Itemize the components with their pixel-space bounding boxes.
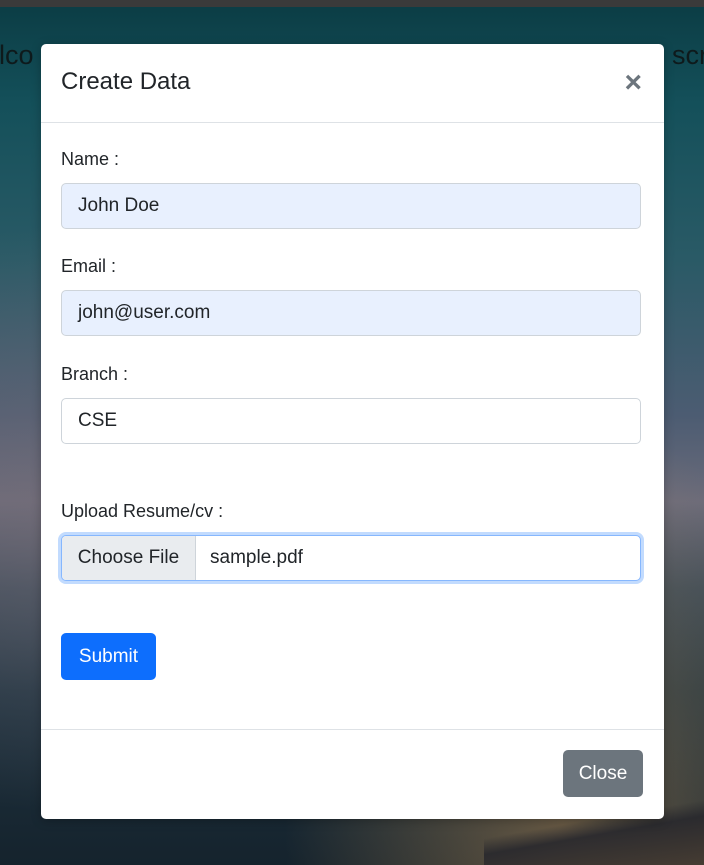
- choose-file-button[interactable]: Choose File: [62, 536, 196, 580]
- page-background: lco scr Create Data × Name : John Doe Em…: [0, 0, 704, 865]
- close-button[interactable]: Close: [563, 750, 643, 797]
- modal-footer: Close: [41, 729, 664, 819]
- top-strip: [0, 0, 704, 7]
- background-heading-right: scr: [672, 40, 704, 70]
- submit-button[interactable]: Submit: [61, 633, 156, 680]
- modal-header: Create Data ×: [41, 44, 664, 123]
- resume-label: Upload Resume/cv :: [61, 501, 224, 521]
- name-input[interactable]: John Doe: [61, 183, 641, 229]
- email-label: Email :: [61, 256, 117, 276]
- resume-file-input[interactable]: Choose File sample.pdf: [61, 535, 641, 581]
- branch-input[interactable]: CSE: [61, 398, 641, 444]
- background-heading-left: lco: [0, 40, 34, 70]
- modal-title: Create Data: [61, 68, 191, 95]
- email-input[interactable]: john@user.com: [61, 290, 641, 336]
- branch-label: Branch :: [61, 364, 129, 384]
- create-data-modal: Create Data × Name : John Doe Email : jo…: [41, 44, 664, 819]
- selected-file-name: sample.pdf: [210, 547, 303, 568]
- close-icon[interactable]: ×: [624, 68, 642, 98]
- name-label: Name :: [61, 149, 120, 169]
- modal-body: Name : John Doe Email : john@user.com Br…: [41, 123, 664, 730]
